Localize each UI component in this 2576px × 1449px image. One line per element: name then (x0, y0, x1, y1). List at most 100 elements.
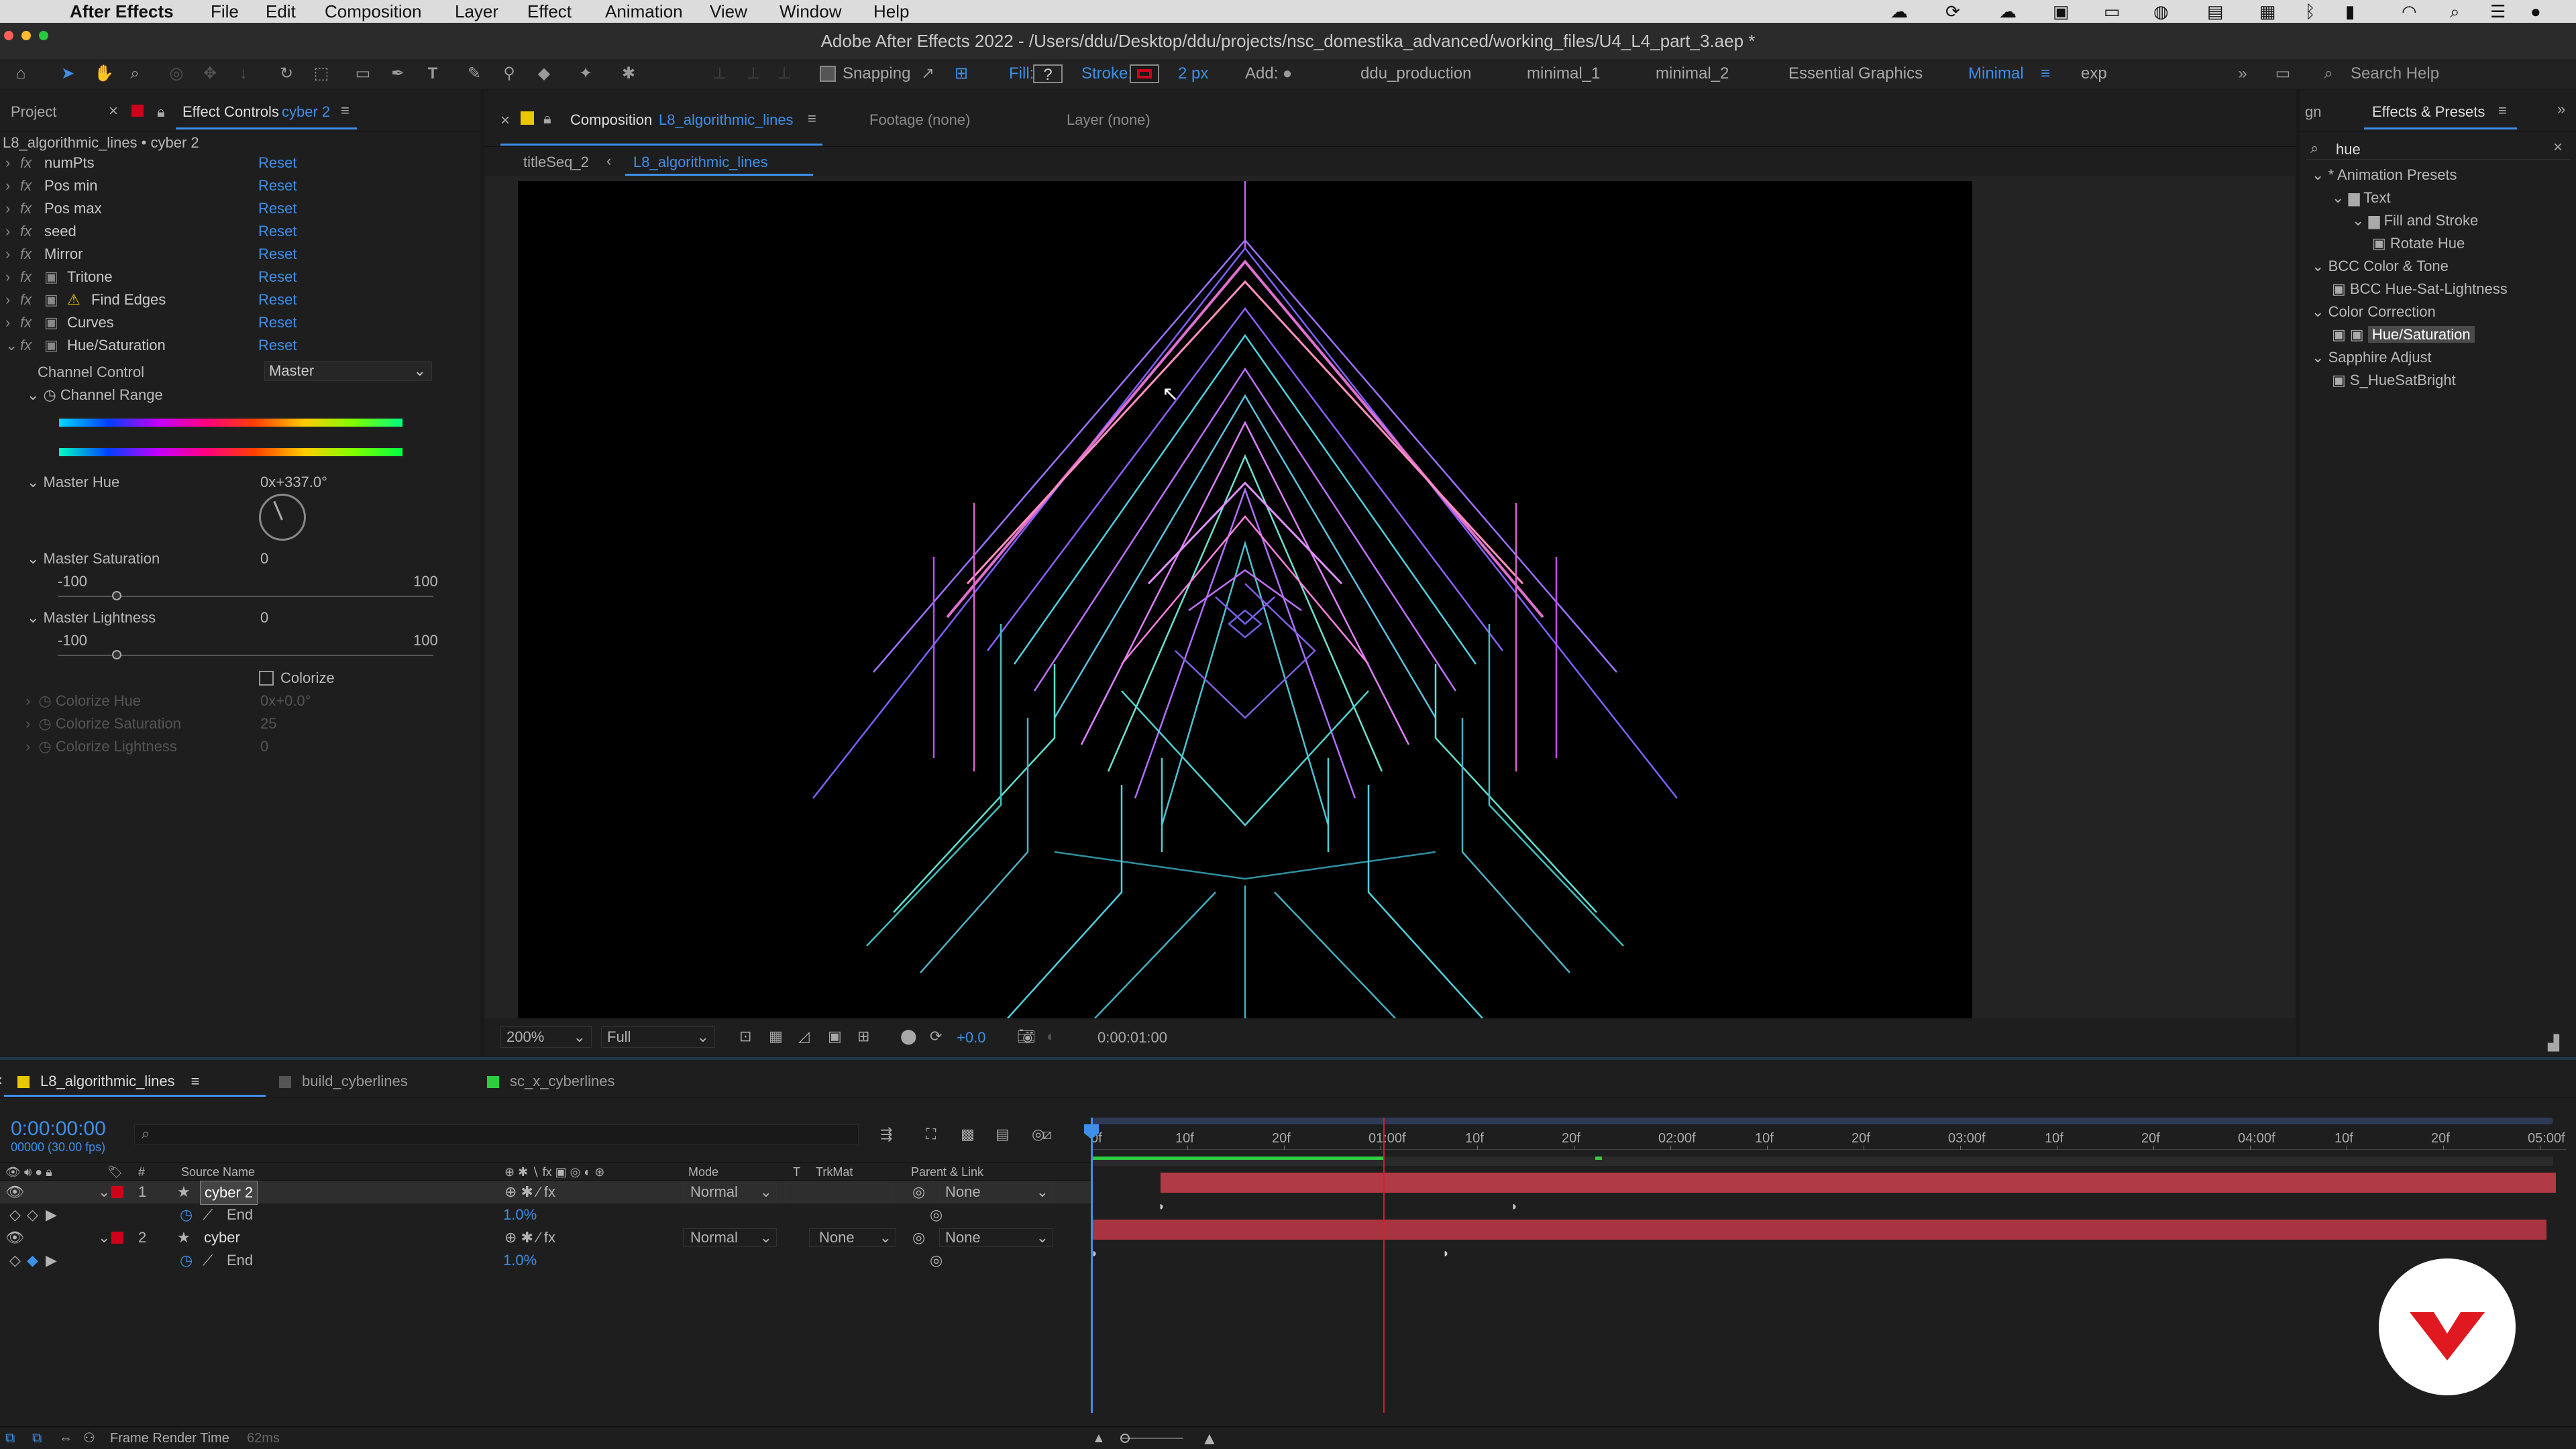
expression-pickwhip-icon[interactable]: ◎ (930, 1203, 943, 1226)
lock-icon[interactable]: 🔒︎ (157, 103, 165, 121)
master-saturation-value[interactable]: 0 (260, 550, 268, 568)
in-out-toggle-icon[interactable]: ⇔ (59, 1428, 72, 1449)
keyframe-icon[interactable]: ◗ (1511, 1199, 1518, 1214)
draft-3d-icon[interactable]: ⛶ (926, 1126, 936, 1143)
source-name-header[interactable]: Source Name (181, 1163, 255, 1181)
type-tool-icon[interactable]: T (424, 64, 441, 83)
ep-tree-item[interactable]: ⌄ ▆ Text (2332, 188, 2391, 208)
menu-file[interactable]: File (211, 1, 239, 21)
add-property-icon[interactable]: ● (1279, 64, 1296, 83)
selection-tool-icon[interactable]: ➤ (59, 64, 76, 83)
master-hue-value[interactable]: 0x+337.0° (260, 474, 327, 491)
search-icon[interactable]: ⌕ (2450, 1, 2460, 21)
chevron-right-icon[interactable]: › (5, 288, 10, 311)
eye-icon[interactable]: 👁︎ (5, 1181, 24, 1203)
tab-menu-icon[interactable]: ≡ (191, 1073, 200, 1089)
tab-partial[interactable]: gn (2305, 103, 2321, 121)
ep-tree-item[interactable]: ⌄ BCC Color & Tone (2312, 256, 2449, 276)
pan-tool-icon[interactable]: ✥ (201, 64, 219, 83)
control-center-icon[interactable]: ☰ (2490, 1, 2506, 21)
orbit-tool-icon[interactable]: ◎ (168, 64, 185, 83)
fx-icon[interactable]: fx (20, 152, 32, 174)
overflow-chevron-icon[interactable]: » (2234, 64, 2251, 83)
effect-row-curves[interactable]: › fx ▣ Curves Reset (0, 311, 480, 334)
snap-features-icon[interactable]: ⊞ (953, 64, 970, 83)
rotate-tool-icon[interactable]: ↻ (278, 64, 295, 83)
menu-layer[interactable]: Layer (455, 1, 498, 21)
show-snapshot-icon[interactable]: ◐ (1046, 1028, 1055, 1045)
layer-switches-toggle-icon[interactable]: ⧉ (5, 1428, 15, 1449)
fx-icon[interactable]: fx (20, 266, 32, 288)
layer-color-label[interactable] (111, 1186, 123, 1198)
property-row[interactable]: ◇ ◆ ▶ ◷ ⟋ End 1.0% ◎ (0, 1249, 1093, 1272)
menu-effect[interactable]: Effect (527, 1, 572, 21)
wifi-icon[interactable]: ◠ (2402, 1, 2417, 21)
pen-tool-icon[interactable]: ✒ (389, 64, 407, 83)
master-hue-toggle[interactable]: ⌄ Master Hue (27, 474, 119, 491)
fx-icon[interactable]: fx (20, 334, 32, 357)
minimize-window-icon[interactable] (21, 31, 31, 40)
fill-swatch[interactable]: ? (1033, 64, 1063, 84)
layer-bar-cyber-2[interactable] (1161, 1173, 2556, 1193)
creative-cloud-icon[interactable]: ☁ (1890, 1, 1908, 21)
layer-name[interactable]: cyber 2 (200, 1181, 258, 1205)
tab-footage[interactable]: Footage (none) (869, 111, 970, 129)
dolly-tool-icon[interactable]: ↓ (235, 64, 252, 83)
zoom-dropdown[interactable]: 200% ⌄ (500, 1026, 592, 1048)
reset-link[interactable]: Reset (258, 243, 297, 266)
graph-icon[interactable]: ⟋ (203, 1249, 213, 1272)
channel-range-bar-top[interactable] (58, 417, 404, 428)
stopwatch-icon[interactable]: ◷ (180, 1203, 193, 1226)
blend-mode-dropdown[interactable]: Normal ⌄ (683, 1183, 777, 1201)
fx-icon[interactable]: fx (20, 220, 32, 243)
calendar-icon[interactable]: ▦ (2259, 1, 2276, 21)
chevron-right-icon[interactable]: › (5, 243, 10, 266)
ep-tree-item[interactable]: ⌄ Color Correction (2312, 302, 2436, 322)
reset-link[interactable]: Reset (258, 174, 297, 197)
ep-tree-item[interactable]: ⌄ * Animation Presets (2312, 165, 2457, 185)
grid-options-icon[interactable]: ⊞ (857, 1028, 869, 1045)
eye-icon[interactable]: 👁︎ (5, 1226, 24, 1249)
property-value[interactable]: 1.0% (503, 1203, 537, 1226)
mode-header[interactable]: Mode (688, 1163, 718, 1181)
home-icon[interactable]: ⌂ (12, 64, 30, 83)
graph-icon[interactable]: ⟋ (203, 1203, 213, 1226)
roto-brush-tool-icon[interactable]: ✦ (577, 64, 594, 83)
master-saturation-toggle[interactable]: ⌄ Master Saturation (27, 550, 160, 568)
effect-row-tritone[interactable]: › fx ▣ Tritone Reset (0, 266, 480, 288)
world-axis-icon[interactable]: ⊥ (745, 64, 762, 83)
colorize-hue-row[interactable]: › ◷ Colorize Hue (25, 692, 141, 710)
sync-settings-icon[interactable]: ▭ (2274, 64, 2292, 83)
reset-link[interactable]: Reset (258, 266, 297, 288)
timeline-tab-sc-x-cyberlines[interactable]: sc_x_cyberlines (487, 1068, 615, 1095)
workspace-minimal-1[interactable]: minimal_1 (1527, 64, 1600, 83)
tab-composition-name[interactable]: L8_algorithmic_lines (659, 111, 794, 129)
ep-tree-item[interactable]: ⌄ ▆ Fill and Stroke (2352, 211, 2478, 231)
blend-mode-dropdown[interactable]: Normal ⌄ (683, 1228, 777, 1247)
workspace-minimal-2[interactable]: minimal_2 (1656, 64, 1729, 83)
pickwhip-icon[interactable]: ◎ (912, 1181, 925, 1203)
keyframe-nav-icon[interactable]: ◇ (9, 1249, 21, 1272)
effect-row-pos-min[interactable]: › fx Pos min Reset (0, 174, 480, 197)
channel-range-toggle[interactable]: ⌄ ◷ Channel Range (27, 386, 163, 404)
viewer-timecode[interactable]: 0:00:01:00 (1097, 1029, 1167, 1046)
layer-row[interactable]: 👁︎ ⌄ 2 ★ cyber ⊕ ✱ ∕ fx Normal ⌄ None ⌄ ◎ None ⌄ (0, 1226, 1093, 1249)
menu-window[interactable]: Window (780, 1, 841, 21)
channel-control-dropdown[interactable]: Master ⌄ (264, 361, 432, 381)
zoom-window-icon[interactable] (39, 31, 48, 40)
layer-search-field[interactable]: ⌕ (134, 1124, 859, 1144)
bookmark-icon[interactable]: ▣ (2053, 1, 2070, 21)
view-axis-icon[interactable]: ⊥ (775, 64, 793, 83)
graph-editor-icon[interactable]: ⧄ (1042, 1126, 1052, 1143)
next-keyframe-icon[interactable]: ▶ (46, 1203, 57, 1226)
puppet-tool-icon[interactable]: ✱ (620, 64, 637, 83)
ep-tree-item[interactable]: ▣ Rotate Hue (2372, 233, 2465, 254)
render-time-icon[interactable]: ⚇ (83, 1428, 95, 1449)
region-of-interest-icon[interactable]: ⊡ (739, 1028, 751, 1045)
search-help-icon[interactable]: ⌕ (2320, 64, 2337, 83)
ep-tree-item[interactable]: ▣ ▣ Hue/Saturation (2332, 325, 2475, 345)
display-icon[interactable]: ▭ (2104, 1, 2121, 21)
effect-row-find-edges[interactable]: › fx ▣ ⚠ Find Edges Reset (0, 288, 480, 311)
siri-icon[interactable]: ● (2530, 1, 2541, 21)
keyframe-icon[interactable]: ◗ (1442, 1246, 1450, 1260)
